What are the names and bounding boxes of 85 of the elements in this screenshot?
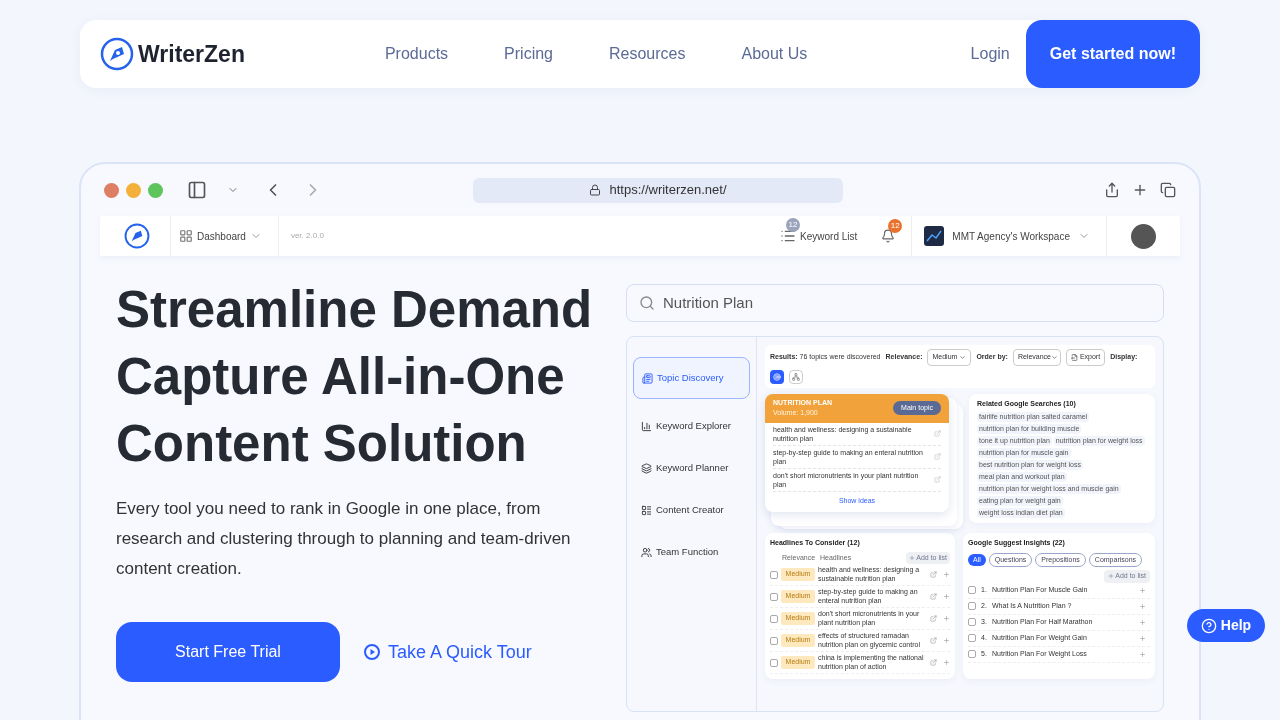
external-link-icon[interactable]: [934, 453, 941, 460]
plus-icon: [1108, 573, 1115, 580]
search-icon: [639, 295, 655, 311]
add-icon[interactable]: [1139, 602, 1146, 610]
external-link-icon[interactable]: [934, 476, 941, 483]
row-checkbox[interactable]: [770, 570, 778, 579]
external-link-icon[interactable]: [930, 659, 937, 666]
row-checkbox[interactable]: [968, 650, 976, 658]
get-started-button[interactable]: Get started now!: [1025, 20, 1200, 88]
nav-link[interactable]: Products: [384, 42, 449, 66]
export-icon: [1070, 353, 1078, 361]
row-checkbox[interactable]: [968, 618, 976, 626]
quick-tour-link[interactable]: Take A Quick Tour: [364, 638, 532, 666]
row-checkbox[interactable]: [770, 614, 778, 623]
row-checkbox[interactable]: [968, 586, 976, 594]
target-view-toggle[interactable]: [770, 369, 784, 384]
hero-heading-line: Streamline Demand: [116, 280, 594, 340]
tree-view-toggle[interactable]: [789, 369, 803, 384]
row-checkbox[interactable]: [770, 592, 778, 601]
add-icon[interactable]: [1139, 618, 1146, 626]
brand-name: WriterZen: [138, 39, 245, 69]
user-avatar[interactable]: [1131, 223, 1156, 249]
external-link-icon[interactable]: [930, 593, 937, 600]
address-bar[interactable]: https://writerzen.net/: [473, 177, 843, 203]
hero-heading-line: Content Solution: [116, 414, 528, 474]
help-icon: [1200, 617, 1217, 634]
login-link[interactable]: Login: [970, 42, 1010, 66]
chart-avatar-icon: [924, 226, 945, 246]
dashboard-menu[interactable]: Dashboard: [197, 228, 246, 244]
external-link-icon[interactable]: [930, 637, 937, 644]
external-link-icon[interactable]: [934, 430, 941, 437]
workspace-selector[interactable]: MMT Agency's Workspace: [952, 228, 1070, 244]
pen-nib-logo-icon: [100, 37, 134, 71]
row-checkbox[interactable]: [968, 602, 976, 610]
row-checkbox[interactable]: [968, 634, 976, 642]
add-icon[interactable]: [943, 615, 950, 622]
sidebar-item[interactable]: Team Function: [633, 537, 750, 567]
share-icon[interactable]: [1104, 182, 1120, 198]
plus-icon: [909, 554, 916, 561]
add-icon[interactable]: [943, 659, 950, 666]
users-icon: [641, 546, 652, 558]
hero-description: Every tool you need to rank in Google in one place, from research and clustering through to planning and team-driven content creation.: [116, 498, 572, 580]
tabs-icon[interactable]: [1160, 182, 1176, 198]
chevron-down-icon: [1051, 353, 1058, 361]
chevron-down-icon: [959, 353, 967, 361]
app-logo-icon: [124, 223, 150, 249]
sidebar-item[interactable]: Keyword Explorer: [633, 411, 750, 441]
nav-link[interactable]: Resources: [609, 42, 686, 66]
nav-link[interactable]: About Us: [741, 42, 808, 66]
play-icon: [364, 644, 380, 660]
sidebar-item[interactable]: Content Creator: [633, 495, 750, 525]
count-badge: 12: [786, 218, 801, 232]
lock-icon: [589, 184, 602, 196]
help-button[interactable]: Help: [1187, 609, 1265, 642]
bar-chart-icon: [641, 420, 652, 432]
add-icon[interactable]: [943, 571, 950, 578]
sidebar-item[interactable]: Topic Discovery: [633, 357, 750, 399]
nav-link[interactable]: Pricing: [504, 42, 553, 66]
search-field[interactable]: Nutrition Plan: [626, 284, 1164, 322]
add-icon[interactable]: [1139, 634, 1146, 642]
keyword-list-link[interactable]: Keyword List: [800, 228, 858, 244]
sidebar-item[interactable]: Keyword Planner: [633, 453, 750, 483]
add-icon[interactable]: [943, 637, 950, 644]
hierarchy-icon: [792, 372, 800, 381]
external-link-icon[interactable]: [930, 571, 937, 578]
version-label: ver. 2.0.0: [290, 230, 324, 242]
layers-icon: [641, 462, 652, 474]
hero-heading-line: Capture All-in-One: [116, 347, 566, 407]
target-icon: [773, 372, 781, 381]
row-checkbox[interactable]: [770, 658, 778, 667]
notification-bell-icon[interactable]: [881, 229, 896, 243]
sidebar-toggle-icon[interactable]: [187, 180, 207, 200]
layout-icon: [641, 504, 652, 516]
row-checkbox[interactable]: [770, 636, 778, 645]
external-link-icon[interactable]: [930, 615, 937, 622]
add-icon[interactable]: [943, 593, 950, 600]
grid-icon: [179, 229, 193, 243]
add-icon[interactable]: [1139, 650, 1146, 658]
new-tab-icon[interactable]: [1132, 182, 1148, 198]
add-icon[interactable]: [1139, 586, 1146, 594]
start-free-trial-button[interactable]: Start Free Trial: [116, 622, 340, 682]
list-icon: [780, 228, 797, 244]
newspaper-icon: [642, 372, 653, 384]
url-text: https://writerzen.net/: [609, 181, 727, 200]
notification-badge: 12: [888, 219, 903, 233]
